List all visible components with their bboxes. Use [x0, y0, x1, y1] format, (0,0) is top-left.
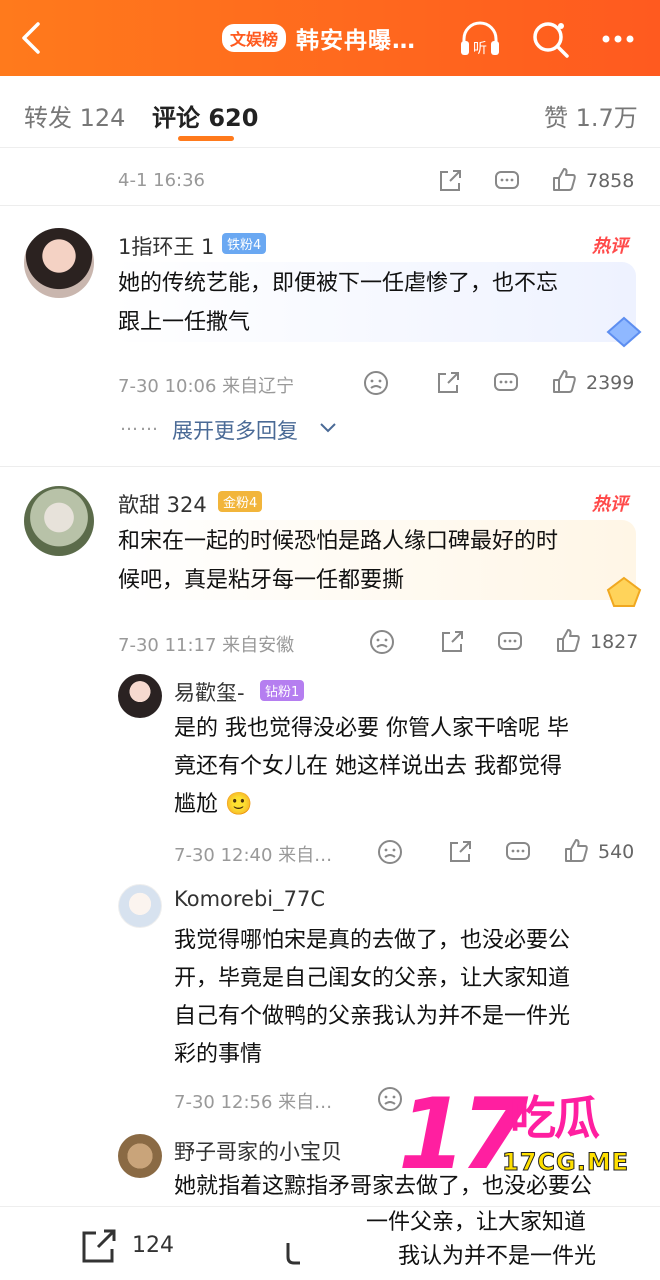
comment-text-line: 跟上一任撒气	[118, 310, 251, 335]
share-icon[interactable]	[446, 838, 474, 866]
fan-badge: 铁粉4	[222, 233, 267, 254]
tab-bar: 转发 124 评论 620 赞 1.7万	[0, 76, 660, 148]
dislike-face-icon[interactable]	[362, 369, 390, 397]
comment-icon[interactable]	[492, 369, 520, 397]
avatar[interactable]	[24, 486, 94, 556]
comment-bottom-icon[interactable]	[284, 1239, 314, 1269]
reply-text-line: 一件父亲，让大家知道	[366, 1210, 587, 1235]
reply-username[interactable]: 野子哥家的小宝贝	[174, 1136, 342, 1166]
more-dots-icon[interactable]	[598, 17, 642, 61]
like-icon[interactable]	[554, 627, 582, 655]
dislike-face-icon[interactable]	[368, 628, 396, 656]
reply-avatar[interactable]	[118, 884, 162, 928]
page-title: 韩安冉曝…	[296, 28, 417, 54]
listen-headphone-icon[interactable]: 听	[458, 17, 502, 61]
back-arrow-icon[interactable]	[14, 18, 54, 58]
watermark-cn: 吃瓜	[510, 1091, 600, 1145]
active-tab-indicator	[178, 136, 234, 141]
comment-meta: 7-30 10:06 来自辽宁	[118, 376, 295, 397]
reply-like-count: 540	[598, 841, 635, 863]
reply-text-line: 我觉得哪怕宋是真的去做了，也没必要公	[174, 928, 571, 953]
comment-username[interactable]: 歆甜 324	[118, 489, 207, 519]
ellipsis-dots: ……	[120, 414, 160, 435]
comment-text-line: 她的传统艺能，即便被下一任虐惨了，也不忘	[118, 271, 559, 296]
comment-username[interactable]: 1指环王 1	[118, 231, 214, 261]
chevron-down-icon[interactable]	[318, 420, 338, 436]
tab-comment[interactable]: 评论 620	[152, 98, 258, 133]
comment-like-count: 1827	[590, 631, 639, 653]
diamond-decoration-icon	[606, 316, 642, 348]
repost-icon[interactable]	[78, 1227, 120, 1267]
reply-username[interactable]: Komorebi_77C	[174, 887, 325, 911]
topic-tag[interactable]: 文娱榜	[222, 24, 287, 52]
fan-badge: 金粉4	[218, 491, 263, 512]
fan-badge: 钻粉1	[260, 680, 305, 701]
share-icon[interactable]	[436, 167, 464, 195]
top-bar: 文娱榜 韩安冉曝… 听	[0, 0, 660, 76]
post-time: 4-1 16:36	[118, 170, 205, 191]
tab-repost[interactable]: 转发 124	[24, 98, 125, 133]
like-icon[interactable]	[550, 368, 578, 396]
hot-comment-badge: 热评	[592, 236, 628, 257]
post-like-count: 7858	[586, 170, 635, 192]
reply-avatar[interactable]	[118, 1134, 162, 1178]
share-icon[interactable]	[434, 369, 462, 397]
comment-icon[interactable]	[496, 628, 524, 656]
search-icon[interactable]	[528, 17, 572, 61]
reply-username[interactable]: 易歡玺-	[174, 677, 245, 707]
listen-label: 听	[473, 41, 487, 57]
dislike-face-icon[interactable]	[376, 838, 404, 866]
comment-like-count: 2399	[586, 372, 635, 394]
repost-count[interactable]: 124	[132, 1233, 174, 1258]
comment-text-line: 和宋在一起的时候恐怕是路人缘口碑最好的时	[118, 529, 559, 554]
reply-text-line: 是的 我也觉得没必要 你管人家干啥呢 毕	[174, 716, 569, 741]
comment-icon[interactable]	[493, 167, 521, 195]
watermark-logo: 17 吃瓜 17CG.ME	[398, 1078, 648, 1198]
expand-replies-link[interactable]: 展开更多回复	[172, 415, 298, 445]
reply-text-line: 开，毕竟是自己闺女的父亲，让大家知道	[174, 966, 571, 991]
reply-avatar[interactable]	[118, 674, 162, 718]
comment-meta: 7-30 11:17 来自安徽	[118, 635, 295, 656]
divider	[0, 466, 660, 467]
crown-decoration-icon	[606, 576, 642, 607]
avatar[interactable]	[24, 228, 94, 298]
tab-like[interactable]: 赞 1.7万	[544, 98, 638, 133]
reply-meta: 7-30 12:56 来自…	[174, 1092, 333, 1113]
reply-text-line: 彩的事情	[174, 1042, 263, 1067]
comment-icon[interactable]	[504, 838, 532, 866]
reply-text-line: 自己有个做鸭的父亲我认为并不是一件光	[174, 1004, 571, 1029]
reply-text-line: 竟还有个女儿在 她这样说出去 我都觉得	[174, 754, 562, 779]
divider	[0, 205, 660, 206]
reply-meta: 7-30 12:40 来自…	[174, 845, 333, 866]
like-icon[interactable]	[550, 166, 578, 194]
reply-text-line: 尴尬 🙂	[174, 792, 253, 817]
like-icon[interactable]	[562, 837, 590, 865]
reply-text-line: 我认为并不是一件光	[398, 1244, 597, 1269]
share-icon[interactable]	[438, 628, 466, 656]
header-title-group: 文娱榜 韩安冉曝…	[222, 20, 416, 56]
comment-text-line: 候吧，真是粘牙每一任都要撕	[118, 568, 405, 593]
hot-comment-badge: 热评	[592, 494, 628, 515]
watermark-url: 17CG.ME	[501, 1148, 630, 1177]
